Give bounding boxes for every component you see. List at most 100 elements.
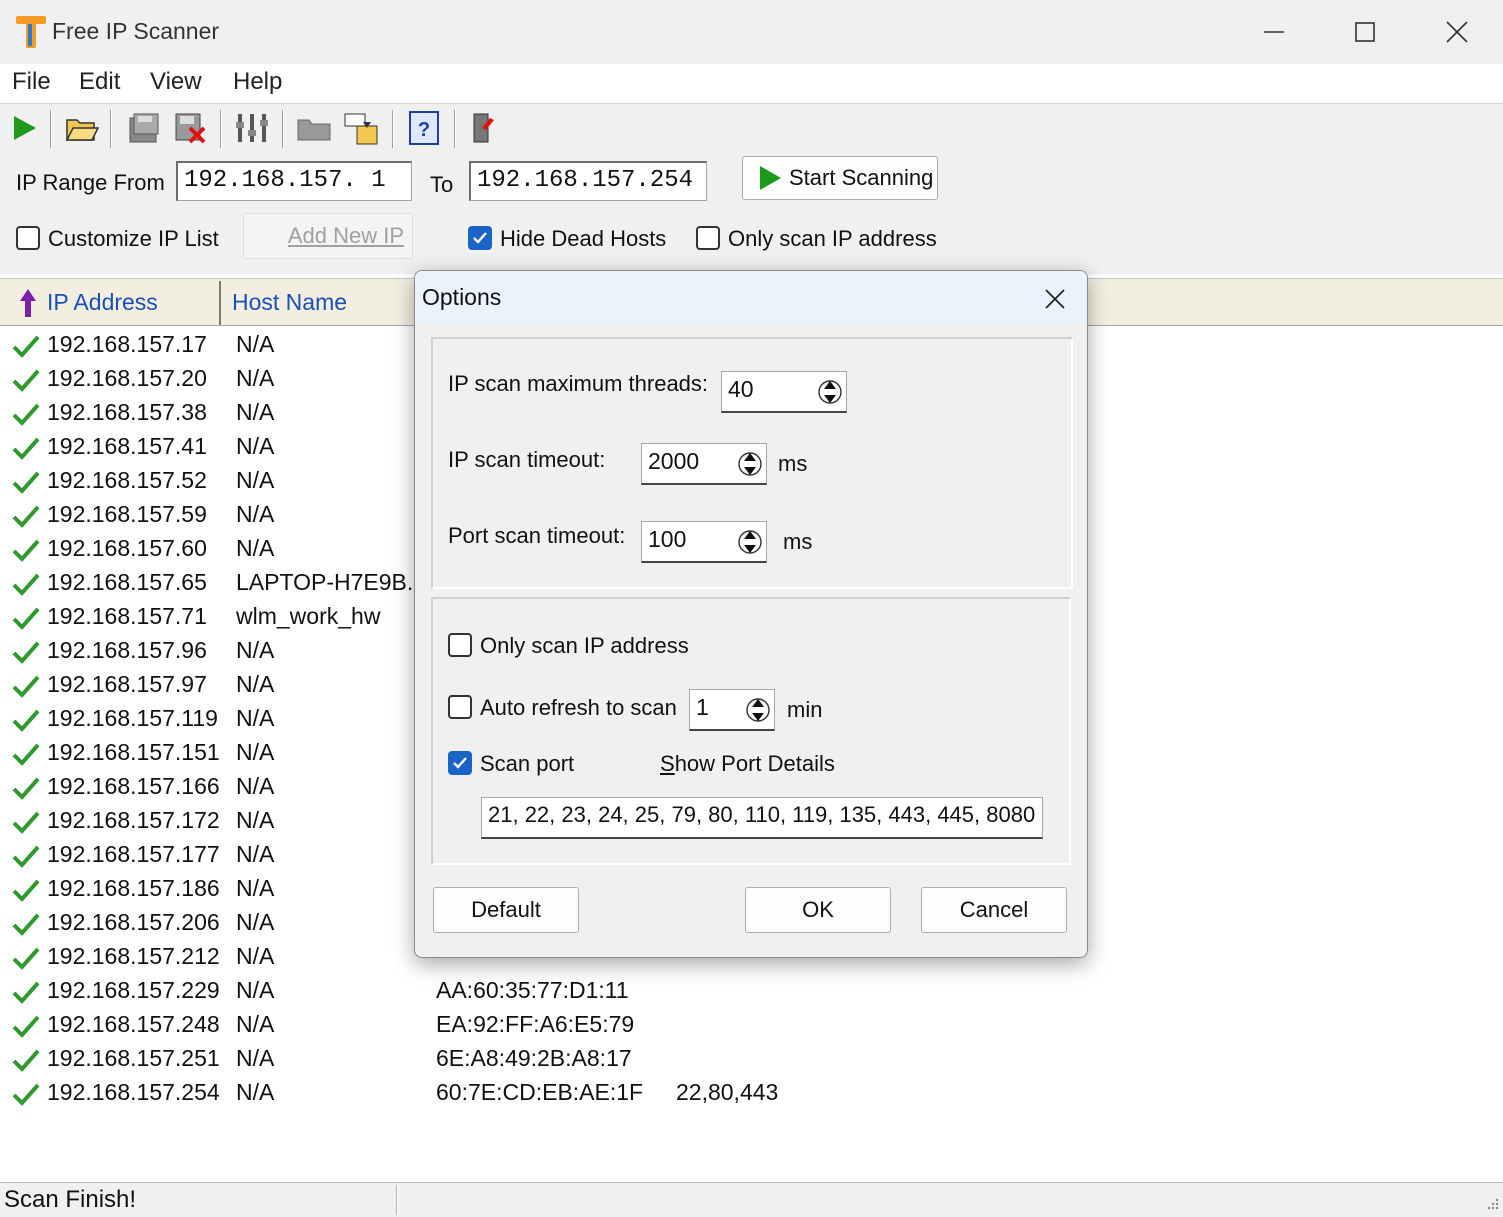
- column-ip-address[interactable]: IP Address: [47, 289, 158, 316]
- add-new-ip-button[interactable]: Add New IP: [243, 213, 413, 259]
- cell-host: N/A: [236, 943, 275, 969]
- cell-ip: 192.168.157.65: [47, 569, 207, 595]
- menu-help[interactable]: Help: [233, 68, 282, 96]
- status-divider: [396, 1185, 398, 1215]
- cell-ip: 192.168.157.59: [47, 501, 207, 527]
- column-host-name[interactable]: Host Name: [232, 289, 347, 316]
- scan-port-label: Scan port: [480, 751, 575, 776]
- dialog-close-button[interactable]: [1035, 279, 1075, 319]
- delete-icon[interactable]: [172, 110, 208, 146]
- menu-file[interactable]: File: [12, 68, 51, 96]
- ok-button[interactable]: OK: [745, 887, 891, 933]
- ports-input[interactable]: 21, 22, 23, 24, 25, 79, 80, 110, 119, 13…: [481, 797, 1043, 839]
- cell-ip: 192.168.157.248: [47, 1011, 220, 1037]
- save-icon[interactable]: [126, 110, 162, 146]
- auto-refresh-spinner[interactable]: 1: [689, 689, 775, 731]
- cell-host: N/A: [236, 909, 275, 935]
- cell-host: N/A: [236, 637, 275, 663]
- cell-host: N/A: [236, 841, 275, 867]
- spinner-arrows-icon[interactable]: [738, 526, 762, 558]
- cell-ip: 192.168.157.186: [47, 875, 220, 901]
- menu-bar: File Edit View Help: [0, 64, 1503, 104]
- alive-check-icon: [12, 607, 40, 630]
- max-threads-spinner[interactable]: 40: [721, 371, 847, 413]
- toolbar-separator: [220, 110, 222, 148]
- close-icon: [1446, 21, 1468, 43]
- default-button[interactable]: Default: [433, 887, 579, 933]
- close-button[interactable]: [1421, 8, 1493, 56]
- ip-to-input[interactable]: 192.168.157.254: [469, 161, 707, 201]
- cell-ip: 192.168.157.254: [47, 1079, 220, 1105]
- scan-port-checkbox[interactable]: [448, 751, 472, 775]
- ip-timeout-spinner[interactable]: 2000: [641, 443, 767, 485]
- exit-icon[interactable]: [468, 110, 504, 146]
- cell-host: N/A: [236, 501, 275, 527]
- minimize-button[interactable]: [1238, 8, 1310, 56]
- cell-ip: 192.168.157.166: [47, 773, 220, 799]
- port-timeout-unit: ms: [783, 529, 813, 554]
- export-icon[interactable]: [343, 110, 379, 146]
- window-title: Free IP Scanner: [52, 18, 220, 44]
- table-row[interactable]: 192.168.157.248 N/A EA:92:FF:A6:E5:79: [0, 1008, 1503, 1042]
- auto-refresh-value: 1: [696, 694, 709, 720]
- only-scan-ip-checkbox[interactable]: [696, 226, 720, 250]
- customize-ip-list-label: Customize IP List: [48, 226, 219, 251]
- max-threads-label: IP scan maximum threads:: [448, 371, 709, 396]
- folder-icon[interactable]: [296, 110, 332, 146]
- port-timeout-label: Port scan timeout:: [448, 523, 626, 548]
- cell-host: N/A: [236, 535, 275, 561]
- maximize-button[interactable]: [1329, 8, 1401, 56]
- play-icon[interactable]: [8, 110, 44, 146]
- spinner-arrows-icon[interactable]: [738, 448, 762, 480]
- alive-check-icon: [12, 437, 40, 460]
- cell-host: N/A: [236, 1079, 275, 1105]
- spinner-arrows-icon[interactable]: [746, 694, 770, 726]
- dialog-only-scan-ip-checkbox[interactable]: [448, 633, 472, 657]
- status-text: Scan Finish!: [4, 1186, 137, 1213]
- port-timeout-spinner[interactable]: 100: [641, 521, 767, 563]
- table-row[interactable]: 192.168.157.229 N/A AA:60:35:77:D1:11: [0, 974, 1503, 1008]
- customize-ip-list-checkbox[interactable]: [16, 226, 40, 250]
- cell-ip: 192.168.157.97: [47, 671, 207, 697]
- max-threads-value: 40: [728, 376, 754, 402]
- alive-check-icon: [12, 1049, 40, 1072]
- hide-dead-hosts-checkbox[interactable]: [468, 226, 492, 250]
- start-scanning-button[interactable]: Start Scanning: [742, 156, 938, 200]
- column-divider[interactable]: [219, 281, 221, 325]
- auto-refresh-checkbox[interactable]: [448, 695, 472, 719]
- checkmark-icon: [473, 232, 487, 244]
- alive-check-icon: [12, 845, 40, 868]
- dialog-only-scan-ip-label: Only scan IP address: [480, 633, 689, 658]
- add-new-ip-label: Add New IP: [287, 223, 404, 248]
- cell-mac: EA:92:FF:A6:E5:79: [436, 1011, 635, 1037]
- menu-view[interactable]: View: [150, 68, 202, 96]
- play-icon: [760, 166, 781, 190]
- cancel-button[interactable]: Cancel: [921, 887, 1067, 933]
- show-port-details-link[interactable]: Show Port Details: [660, 751, 835, 777]
- spinner-arrows-icon[interactable]: [818, 376, 842, 408]
- ip-range-from-label: IP Range From: [16, 170, 165, 195]
- alive-check-icon: [12, 709, 40, 732]
- svg-text:?: ?: [418, 119, 430, 141]
- show-port-details-label: Show Port Details: [660, 751, 835, 776]
- cell-ip: 192.168.157.177: [47, 841, 220, 867]
- sort-arrow-icon: [20, 289, 36, 317]
- cell-host: N/A: [236, 705, 275, 731]
- cell-ip: 192.168.157.229: [47, 977, 220, 1003]
- cell-ip: 192.168.157.212: [47, 943, 220, 969]
- alive-check-icon: [12, 539, 40, 562]
- filter-icon[interactable]: [234, 110, 270, 146]
- table-row[interactable]: 192.168.157.254 N/A 60:7E:CD:EB:AE:1F 22,80…: [0, 1076, 1503, 1110]
- table-row[interactable]: 192.168.157.251 N/A 6E:A8:49:2B:A8:17: [0, 1042, 1503, 1076]
- ip-from-input[interactable]: 192.168.157. 1: [176, 161, 412, 201]
- cell-ip: 192.168.157.151: [47, 739, 220, 765]
- cell-host: N/A: [236, 773, 275, 799]
- cell-ip: 192.168.157.52: [47, 467, 207, 493]
- open-folder-icon[interactable]: [64, 110, 100, 146]
- resize-grip-icon[interactable]: [1484, 1197, 1500, 1213]
- dialog-title-bar: Options: [415, 271, 1087, 325]
- cell-ip: 192.168.157.20: [47, 365, 207, 391]
- menu-edit[interactable]: Edit: [79, 68, 120, 96]
- help-icon[interactable]: ?: [406, 110, 442, 146]
- cell-host: N/A: [236, 433, 275, 459]
